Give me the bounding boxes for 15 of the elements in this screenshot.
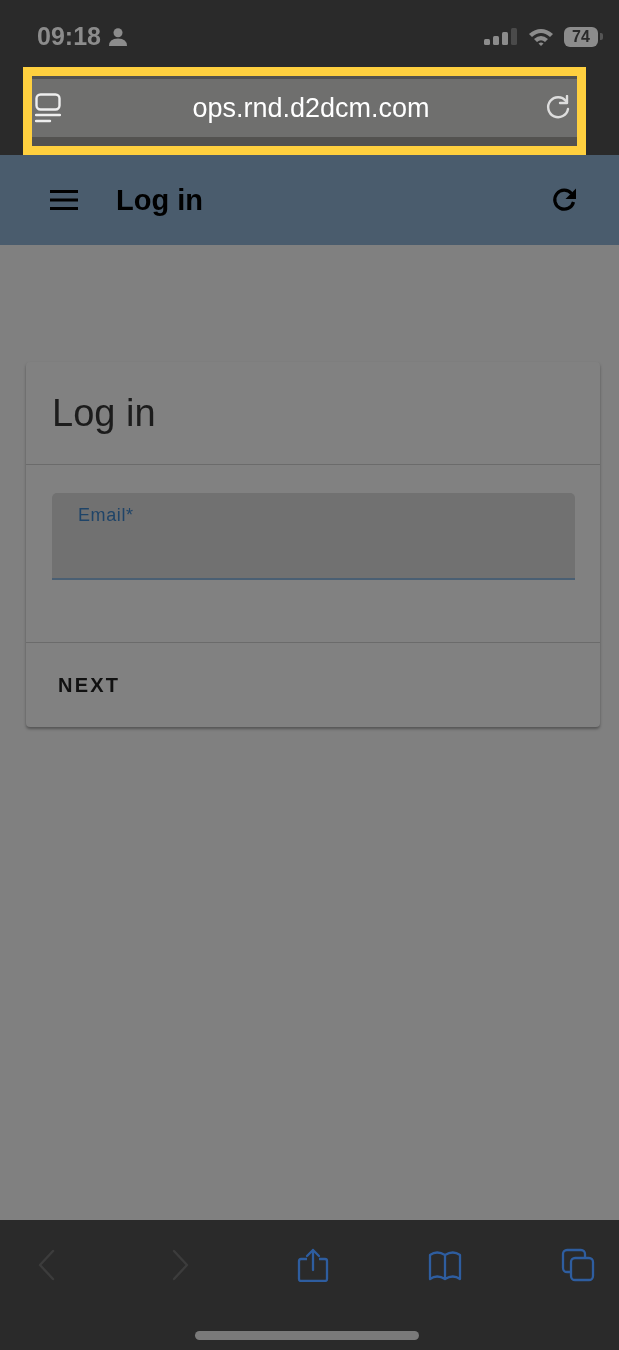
book-icon[interactable] <box>428 1248 463 1282</box>
reload-icon[interactable] <box>545 95 571 121</box>
address-bar[interactable]: ops.rnd.d2dcm.com <box>32 79 577 137</box>
share-icon[interactable] <box>295 1248 330 1282</box>
app-title: Log in <box>116 183 204 217</box>
tabs-icon[interactable] <box>561 1248 595 1282</box>
menu-icon[interactable] <box>50 190 78 210</box>
signal-icon <box>484 28 518 45</box>
next-button[interactable]: NEXT <box>48 665 131 705</box>
refresh-icon[interactable] <box>551 187 577 213</box>
page-format-icon[interactable] <box>35 93 61 123</box>
card-title: Log in <box>52 391 156 435</box>
person-icon <box>108 27 127 46</box>
wifi-icon <box>528 27 554 46</box>
status-time: 09:18 <box>37 22 101 51</box>
